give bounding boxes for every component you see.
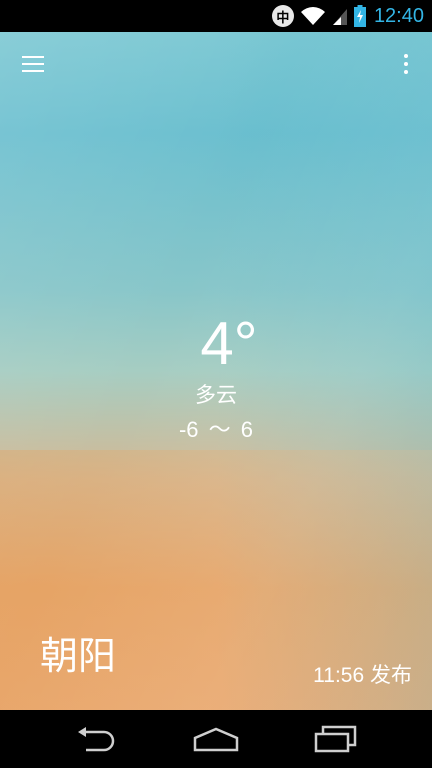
weather-panel: 4° 多云 -6 ～ 6 朝阳 11:56 发布: [0, 32, 432, 710]
menu-icon-bar: [22, 63, 44, 65]
more-dot: [404, 54, 408, 58]
home-icon[interactable]: [186, 722, 246, 756]
more-dot: [404, 70, 408, 74]
recents-icon[interactable]: [306, 722, 366, 756]
menu-icon-bar: [22, 56, 44, 58]
temperature-range: -6 ～ 6: [178, 417, 254, 442]
menu-icon-bar: [22, 70, 44, 72]
current-weather: 4° 多云 -6 ～ 6: [0, 310, 432, 446]
current-temperature: 4°: [200, 310, 258, 377]
more-vert-icon[interactable]: [394, 48, 418, 80]
more-dot: [404, 62, 408, 66]
navigation-bar: [0, 710, 432, 768]
city-name[interactable]: 朝阳: [40, 632, 116, 680]
ime-icon: 中: [271, 5, 294, 27]
weather-condition: 多云: [195, 383, 237, 407]
screen: 中 12:40 4° 多云 -6 ～ 6 朝阳 11:56 发布: [0, 0, 432, 768]
wifi-icon: [300, 7, 325, 25]
menu-icon[interactable]: [14, 50, 54, 78]
battery-charging-icon: [353, 5, 366, 27]
back-icon[interactable]: [66, 722, 126, 756]
signal-icon: [332, 9, 347, 25]
status-icons: 中 12:40: [271, 0, 424, 32]
status-time: 12:40: [373, 4, 424, 27]
publish-time: 11:56 发布: [313, 664, 412, 687]
status-bar: 中 12:40: [0, 0, 432, 32]
